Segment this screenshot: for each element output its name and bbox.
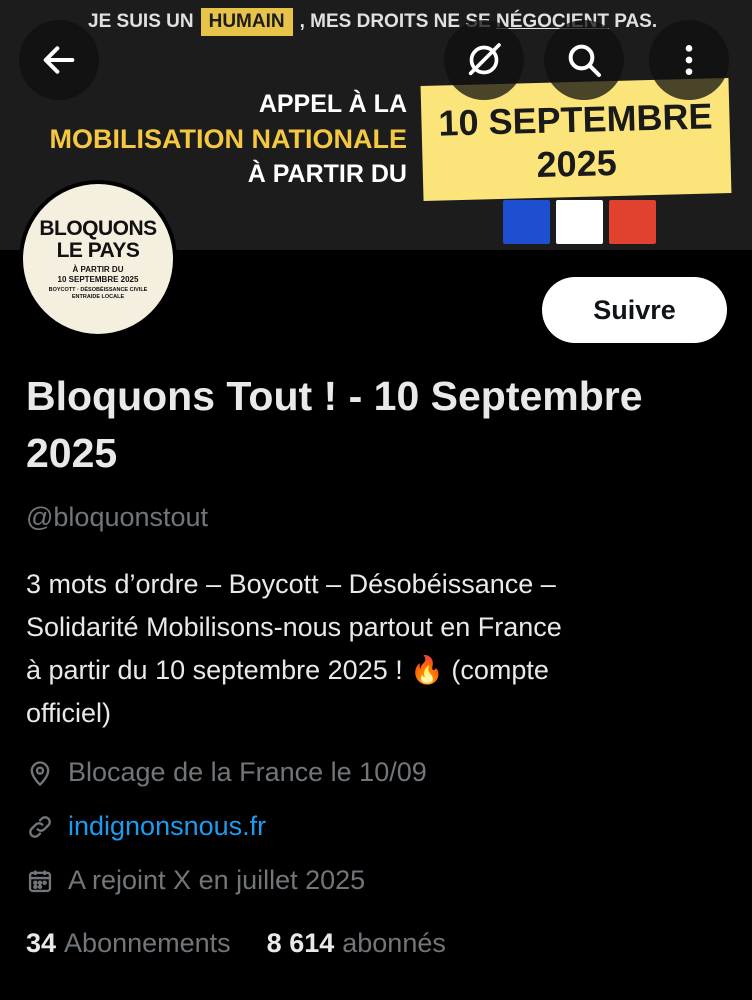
- profile-handle: @bloquonstout: [26, 502, 209, 532]
- appel-line-2: MOBILISATION NATIONALE: [49, 124, 407, 154]
- flag-white: [556, 200, 603, 244]
- search-icon: [568, 44, 601, 77]
- profile-website[interactable]: indignonsnous.fr: [26, 811, 266, 842]
- slogan-highlight: HUMAIN: [200, 8, 293, 36]
- back-button[interactable]: [19, 20, 99, 100]
- avatar-line-1: BLOQUONS: [39, 216, 157, 240]
- profile-stats: 34 Abonnements 8 614 abonnés: [26, 928, 446, 959]
- location-text: Blocage de la France le 10/09: [68, 757, 427, 787]
- more-vertical-icon: [685, 45, 693, 75]
- more-button[interactable]: [649, 20, 729, 100]
- date-line-1: 10 SEPTEMBRE: [437, 95, 713, 144]
- flag-red: [609, 200, 656, 244]
- avatar-line-3: À PARTIR DU: [72, 264, 124, 274]
- slogan-part-1: JE SUIS UN: [88, 11, 194, 32]
- banner-appel-text: APPEL À LA MOBILISATION NATIONALE À PART…: [50, 87, 407, 192]
- profile-name: Bloquons Tout ! - 10 Septembre 2025: [26, 373, 643, 476]
- following-label: Abonnements: [64, 928, 231, 958]
- slogan-part-3: PAS.: [614, 11, 658, 32]
- website-link[interactable]: indignonsnous.fr: [68, 811, 266, 842]
- joined-text: A rejoint X en juillet 2025: [68, 865, 366, 895]
- avatar[interactable]: BLOQUONS LE PAYS À PARTIR DU 10 SEPTEMBR…: [19, 180, 177, 338]
- avatar-line-2: LE PAYS: [56, 238, 140, 262]
- following-stat[interactable]: 34 Abonnements: [26, 928, 231, 959]
- bio-line-1: 3 mots d’ordre – Boycott – Désobéissance…: [26, 569, 556, 599]
- following-count: 34: [26, 928, 57, 958]
- grok-icon: [468, 43, 501, 76]
- avatar-line-5: BOYCOTT · DÉSOBÉISSANCE CIVILE: [48, 286, 148, 293]
- profile-joined: A rejoint X en juillet 2025: [26, 865, 365, 896]
- arrow-left-icon: [43, 46, 75, 74]
- french-flag: [503, 200, 656, 244]
- appel-line-1: APPEL À LA: [258, 90, 407, 118]
- profile-location: Blocage de la France le 10/09: [26, 757, 427, 788]
- location-pin-icon: [30, 760, 50, 786]
- follow-button[interactable]: Suivre: [542, 277, 727, 343]
- avatar-line-6: ENTRAIDE LOCALE: [71, 293, 125, 300]
- date-line-2: 2025: [536, 141, 618, 186]
- followers-label: abonnés: [342, 928, 446, 958]
- flag-blue: [503, 200, 550, 244]
- search-button[interactable]: [544, 20, 624, 100]
- link-icon: [29, 815, 51, 838]
- avatar-line-4: 10 SEPTEMBRE 2025: [57, 274, 139, 284]
- followers-stat[interactable]: 8 614 abonnés: [267, 928, 446, 959]
- avatar-image: BLOQUONS LE PAYS À PARTIR DU 10 SEPTEMBR…: [23, 184, 173, 334]
- followers-count: 8 614: [266, 928, 335, 958]
- profile-bio: 3 mots d’ordre – Boycott – Désobéissance…: [26, 563, 726, 735]
- bio-line-4: officiel): [26, 698, 112, 728]
- bio-line-2: Solidarité Mobilisons-nous partout en Fr…: [26, 612, 562, 642]
- bio-line-3: à partir du 10 septembre 2025 ! 🔥 (compt…: [26, 655, 549, 685]
- calendar-icon: [28, 870, 52, 892]
- grok-button[interactable]: [444, 20, 524, 100]
